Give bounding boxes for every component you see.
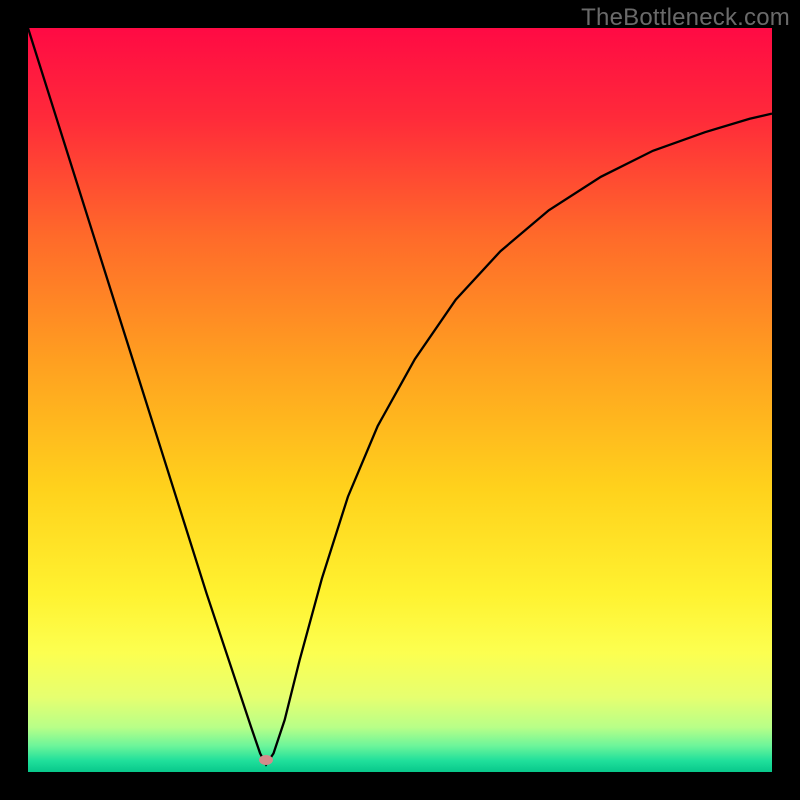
optimal-point-marker bbox=[259, 755, 273, 765]
plot-area bbox=[28, 28, 772, 772]
bottleneck-curve bbox=[28, 28, 772, 772]
chart-frame: TheBottleneck.com bbox=[0, 0, 800, 800]
watermark-text: TheBottleneck.com bbox=[581, 4, 790, 32]
